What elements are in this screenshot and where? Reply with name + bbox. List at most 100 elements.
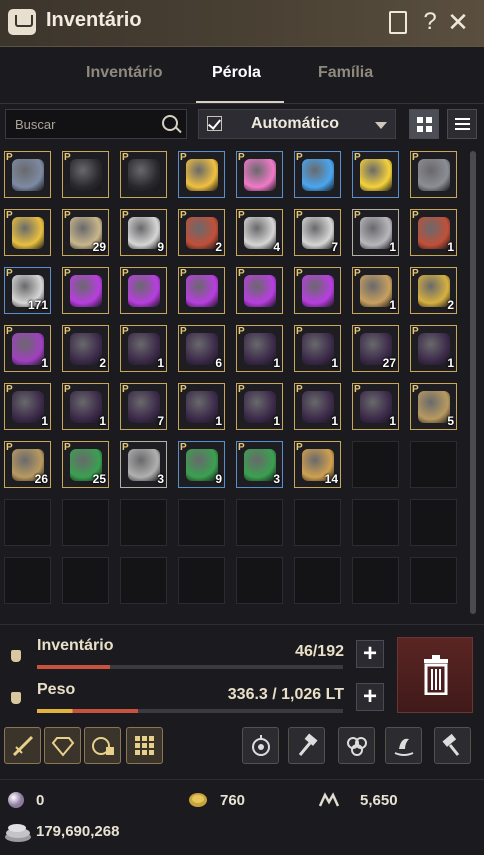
inventory-slot[interactable]	[352, 441, 399, 488]
item-quantity: 25	[92, 472, 106, 486]
inventory-slot[interactable]: P1	[352, 383, 399, 430]
chevron-down-icon[interactable]	[375, 122, 387, 129]
inventory-slot[interactable]: P9	[178, 441, 225, 488]
inventory-slot[interactable]	[120, 557, 167, 604]
knot-button[interactable]	[338, 727, 375, 764]
inventory-slot[interactable]: P 27	[352, 325, 399, 372]
trash-button[interactable]	[397, 637, 473, 713]
inventory-slot[interactable]: P1	[352, 267, 399, 314]
scrollbar-thumb[interactable]	[470, 151, 476, 614]
close-icon[interactable]: ✕	[445, 8, 471, 36]
inventory-slot[interactable]: P1	[62, 383, 109, 430]
inventory-slot[interactable]: P	[236, 151, 283, 198]
fishing-button[interactable]	[385, 727, 422, 764]
inventory-slot[interactable]: P	[294, 267, 341, 314]
expand-inventory-button[interactable]: +	[356, 640, 384, 668]
inventory-slot[interactable]: P5	[410, 383, 457, 430]
inventory-slot[interactable]: P	[4, 209, 51, 256]
inventory-slot[interactable]: P 171	[4, 267, 51, 314]
inventory-slot[interactable]: P	[4, 151, 51, 198]
expand-weight-button[interactable]: +	[356, 683, 384, 711]
compass-button[interactable]	[242, 727, 279, 764]
inventory-slot[interactable]: P 26	[4, 441, 51, 488]
scrollbar[interactable]	[470, 151, 476, 614]
sword-enhance-button[interactable]	[4, 727, 41, 764]
inventory-slot[interactable]: P	[236, 267, 283, 314]
search-icon[interactable]	[162, 115, 178, 131]
inventory-slot[interactable]: P6	[178, 325, 225, 372]
inventory-slot[interactable]: P 29	[62, 209, 109, 256]
inventory-slot[interactable]: P	[120, 267, 167, 314]
inventory-slot[interactable]	[294, 499, 341, 546]
inventory-slot[interactable]: P1	[4, 325, 51, 372]
sort-dropdown[interactable]: Automático	[198, 109, 396, 139]
hammer-button[interactable]	[288, 727, 325, 764]
inventory-slot[interactable]	[62, 499, 109, 546]
inventory-slot[interactable]: P1	[236, 325, 283, 372]
inventory-slot[interactable]: P1	[178, 383, 225, 430]
inventory-slot[interactable]	[178, 557, 225, 604]
inventory-slot[interactable]: P7	[294, 209, 341, 256]
inventory-slot[interactable]	[236, 557, 283, 604]
inventory-slot[interactable]: P	[352, 151, 399, 198]
inventory-slot[interactable]	[294, 557, 341, 604]
pearl-badge: P	[412, 210, 419, 221]
auto-sort-checkbox[interactable]	[207, 116, 222, 131]
inventory-slot[interactable]: P	[410, 151, 457, 198]
inventory-slot[interactable]	[4, 557, 51, 604]
inventory-slot[interactable]	[236, 499, 283, 546]
dark-banner-icon	[244, 333, 276, 365]
inventory-slot[interactable]	[410, 441, 457, 488]
inventory-slot[interactable]: P	[62, 151, 109, 198]
inventory-slot[interactable]: P1	[120, 325, 167, 372]
inventory-slot[interactable]	[410, 499, 457, 546]
inventory-slot[interactable]: P	[178, 267, 225, 314]
gem-button[interactable]	[44, 727, 81, 764]
inventory-slot[interactable]: P 25	[62, 441, 109, 488]
inventory-slot[interactable]: P1	[410, 325, 457, 372]
sort-label: Automático	[251, 115, 339, 132]
inventory-slot[interactable]: P3	[236, 441, 283, 488]
craft-grid-button[interactable]	[126, 727, 163, 764]
grid-view-button[interactable]	[409, 109, 439, 139]
inventory-slot[interactable]	[62, 557, 109, 604]
list-view-button[interactable]	[447, 109, 477, 139]
pearl-badge: P	[122, 384, 129, 395]
inventory-slot[interactable]: P1	[294, 325, 341, 372]
inventory-slot[interactable]	[120, 499, 167, 546]
inventory-slot[interactable]: P2	[62, 325, 109, 372]
inventory-slot[interactable]: P	[120, 151, 167, 198]
inventory-slot[interactable]: P4	[236, 209, 283, 256]
help-icon[interactable]: ?	[417, 8, 443, 36]
inventory-slot[interactable]: P1	[294, 383, 341, 430]
inventory-slot[interactable]: P	[178, 151, 225, 198]
inventory-slot[interactable]	[178, 499, 225, 546]
inventory-slot[interactable]: P1	[352, 209, 399, 256]
inventory-slot[interactable]	[410, 557, 457, 604]
lantern-icon	[418, 391, 450, 423]
tab-inventario[interactable]: Inventário	[86, 64, 162, 82]
inventory-slot[interactable]	[352, 557, 399, 604]
pearl-badge: P	[6, 210, 13, 221]
tab-familia[interactable]: Família	[318, 64, 373, 82]
inventory-slot[interactable]: P7	[120, 383, 167, 430]
inventory-slot[interactable]: P1	[4, 383, 51, 430]
document-icon[interactable]	[384, 8, 410, 36]
search-input[interactable]: Buscar	[5, 109, 187, 139]
pearl-badge: P	[64, 152, 71, 163]
inventory-slot[interactable]	[352, 499, 399, 546]
tab-perola[interactable]: Pérola	[212, 64, 261, 82]
inventory-slot[interactable]	[4, 499, 51, 546]
inventory-slot[interactable]: P1	[236, 383, 283, 430]
inventory-slot[interactable]: P1	[410, 209, 457, 256]
red-box-icon	[418, 217, 450, 249]
inventory-slot[interactable]: P3	[120, 441, 167, 488]
inventory-slot[interactable]: P9	[120, 209, 167, 256]
repair-button[interactable]	[434, 727, 471, 764]
inventory-slot[interactable]: P2	[410, 267, 457, 314]
inventory-slot[interactable]: P2	[178, 209, 225, 256]
alchemy-button[interactable]	[84, 727, 121, 764]
inventory-slot[interactable]: P 14	[294, 441, 341, 488]
inventory-slot[interactable]: P	[294, 151, 341, 198]
inventory-slot[interactable]: P	[62, 267, 109, 314]
